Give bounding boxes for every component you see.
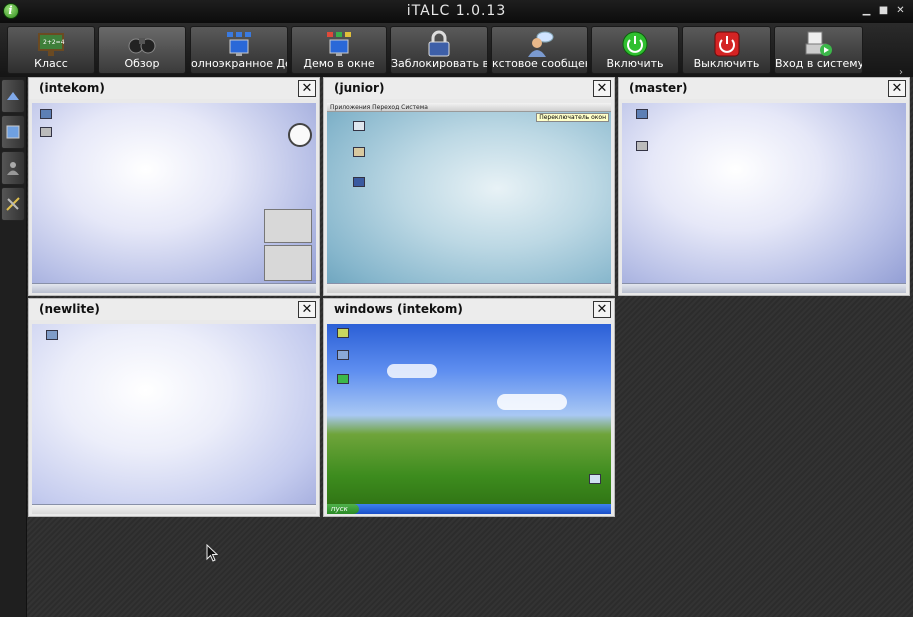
fullscreen-demo-icon [227,32,251,56]
minimize-button[interactable]: ▁ [860,4,874,18]
close-client-button[interactable]: ✕ [888,80,906,97]
desktop-trash-icon [636,141,648,151]
client-screen[interactable] [32,324,316,514]
user-icon [7,162,19,175]
power-on-button[interactable]: Включить [591,26,679,74]
client-tile-junior[interactable]: (junior) ✕ Приложения Переход Система Пе… [323,77,615,296]
desktop-taskbar: пуск [327,504,611,514]
gnome-top-panel: Приложения Переход Система [327,103,611,112]
svg-text:2+2=4: 2+2=4 [43,39,65,46]
logon-button[interactable]: Вход в систему [774,26,863,74]
sidebar-snapshot-button[interactable] [1,79,25,113]
power-on-icon [622,31,648,57]
sidebar-overview-button[interactable] [1,115,25,149]
power-off-icon [714,31,739,57]
close-client-button[interactable]: ✕ [593,301,611,318]
client-tile-header: (newlite) ✕ [29,299,319,320]
close-window-button[interactable]: ✕ [894,4,908,18]
client-tile-master[interactable]: (master) ✕ [618,77,910,296]
client-tile-header: (intekom) ✕ [29,78,319,99]
power-on-label: Включить [606,57,664,70]
desktop-taskbar [327,283,611,293]
desktop-home-icon [40,109,52,119]
text-message-button[interactable]: кстовое сообщени [491,26,588,74]
close-client-button[interactable]: ✕ [593,80,611,97]
lock-all-label: Заблокировать все [391,57,487,70]
sidebar-tools-button[interactable] [1,187,25,221]
start-button: пуск [327,504,359,514]
desktop-taskbar [32,504,316,514]
cloud-shape [387,364,437,378]
sidebar-user-button[interactable] [1,151,25,185]
logon-icon [805,31,832,56]
window-demo-button[interactable]: Демо в окне [291,26,387,74]
client-screen[interactable] [622,103,906,293]
classroom-board-icon: 2+2=4 [38,33,65,56]
client-tile-header: (junior) ✕ [324,78,614,99]
desktop-home-icon [636,109,648,119]
client-name: (intekom) [39,81,105,95]
overview-icon [6,125,20,139]
snapshot-icon [7,92,19,100]
desktop-computer-icon [353,121,365,131]
mouse-cursor-icon [206,544,218,562]
desktop-taskbar [622,283,906,293]
desktop-system-widget [264,209,312,243]
left-sidebar [0,77,27,617]
window-demo-label: Демо в окне [303,57,375,70]
fullscreen-demo-label: олноэкранное Дем [191,57,287,70]
window-demo-icon [327,32,351,56]
desktop-recycle-bin-icon [589,474,601,484]
lock-icon [428,30,450,57]
client-tile-header: (master) ✕ [619,78,909,99]
cloud-shape [497,394,567,410]
desktop-documents-icon [337,328,349,338]
client-tile-newlite[interactable]: (newlite) ✕ [28,298,320,517]
maximize-button[interactable]: ■ [877,4,891,18]
lock-all-button[interactable]: Заблокировать все [390,26,488,74]
window-titlebar: i iTALC 1.0.13 ▁ ■ ✕ [0,0,913,23]
window-switcher-tooltip: Переключатель окон [536,113,609,122]
main-toolbar: 2+2=4 Класс Обзор олноэкранное Дем Демо … [0,23,913,78]
client-name: (newlite) [39,302,100,316]
desktop-documents-icon [46,330,58,340]
client-tile-intekom[interactable]: (intekom) ✕ [28,77,320,296]
desktop-folder-icon [353,147,365,157]
fullscreen-demo-button[interactable]: олноэкранное Дем [190,26,288,74]
desktop-computer-icon [337,350,349,360]
desktop-trash-icon [40,127,52,137]
desktop-clock-widget [288,123,312,147]
desktop-monitor-widget [264,245,312,281]
desktop-taskbar [32,283,316,293]
client-tile-windows-intekom[interactable]: windows (intekom) ✕ пуск [323,298,615,517]
client-screen[interactable]: пуск [327,324,611,514]
power-off-button[interactable]: Выключить [682,26,771,74]
overview-label: Обзор [124,57,160,70]
client-name: (junior) [334,81,385,95]
client-screen[interactable] [32,103,316,293]
client-workspace: (intekom) ✕ (junior) ✕ Приложения Перехо… [27,77,913,617]
tools-icon [6,197,20,211]
desktop-italc-icon [337,374,349,384]
close-client-button[interactable]: ✕ [298,301,316,318]
client-name: (master) [629,81,688,95]
classroom-button[interactable]: 2+2=4 Класс [7,26,95,74]
client-screen[interactable]: Приложения Переход Система Переключатель… [327,103,611,293]
window-title: iTALC 1.0.13 [406,3,507,19]
desktop-trash-icon [353,177,365,187]
close-client-button[interactable]: ✕ [298,80,316,97]
client-name: windows (intekom) [334,302,463,316]
binoculars-icon [128,38,156,54]
text-message-label: кстовое сообщени [492,57,587,70]
overview-button[interactable]: Обзор [98,26,186,74]
client-tile-header: windows (intekom) ✕ [324,299,614,320]
power-off-label: Выключить [693,57,760,70]
text-message-icon [527,31,553,57]
logon-label: Вход в систему [775,57,863,70]
classroom-label: Класс [34,57,68,70]
